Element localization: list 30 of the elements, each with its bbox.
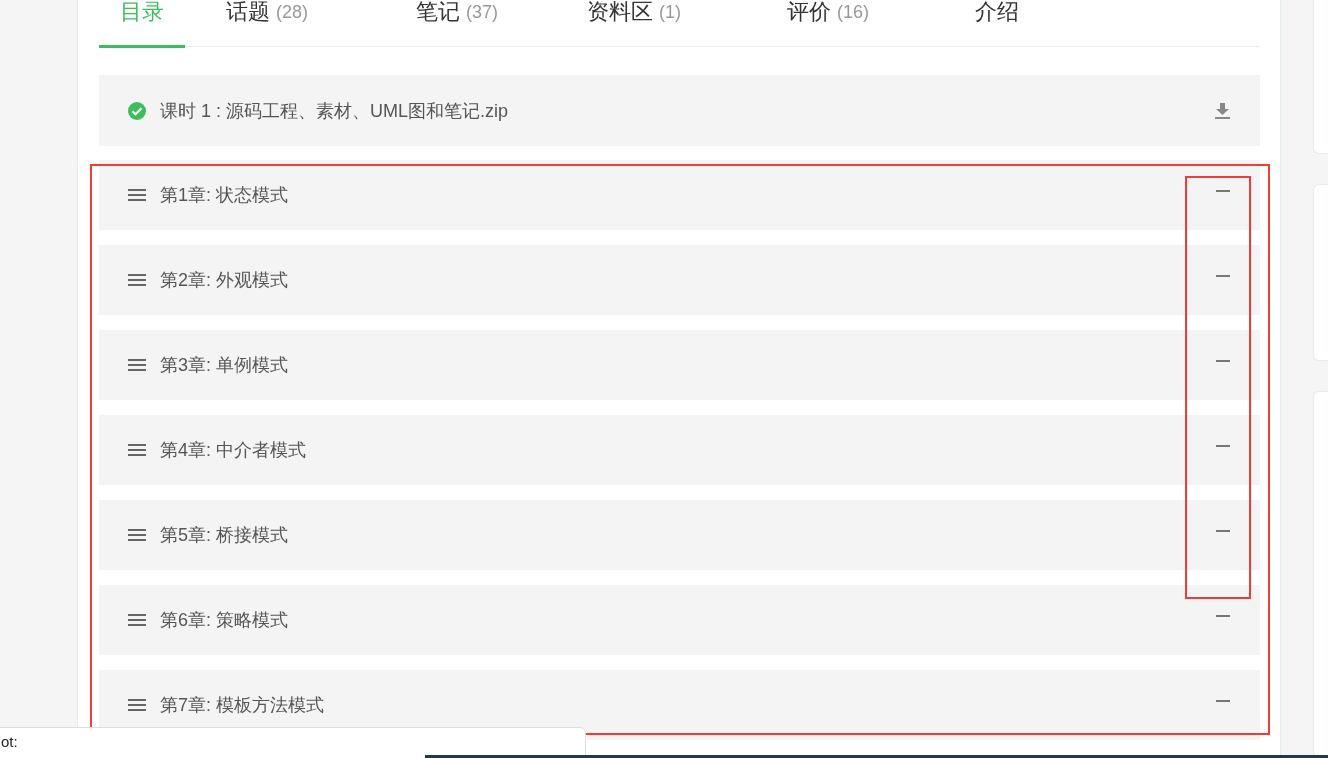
resource-title: 课时 1 : 源码工程、素材、UML图和笔记.zip — [160, 99, 510, 123]
chapter-row[interactable]: 第1章: 状态模式 — [99, 160, 1260, 230]
chapter-row[interactable]: 第7章: 模板方法模式 — [99, 670, 1260, 740]
menu-icon — [128, 273, 146, 287]
chapter-title: 第2章: 外观模式 — [160, 269, 289, 292]
chapter-title: 第1章: 状态模式 — [160, 184, 289, 207]
chapter-row[interactable]: 第4章: 中介者模式 — [99, 415, 1260, 485]
chapter-title: 第3章: 单例模式 — [160, 354, 289, 377]
chapter-row[interactable]: 第6章: 策略模式 — [99, 585, 1260, 655]
tab[interactable]: 话题 (28) — [205, 0, 329, 48]
tab[interactable]: 评价 (16) — [766, 0, 891, 48]
chapter-row[interactable]: 第3章: 单例模式 — [99, 330, 1260, 400]
chapter-title: 第6章: 策略模式 — [160, 609, 289, 632]
chapter-title: 第4章: 中介者模式 — [160, 439, 307, 462]
resource-row[interactable]: 课时 1 : 源码工程、素材、UML图和笔记.zip — [99, 75, 1260, 146]
tab[interactable]: 资料区 (1) — [566, 0, 703, 48]
menu-icon — [128, 358, 146, 372]
menu-icon — [128, 443, 146, 457]
menu-icon — [128, 698, 146, 712]
menu-icon — [128, 613, 146, 627]
chapter-title: 第5章: 桥接模式 — [160, 524, 289, 547]
tab[interactable]: 笔记 (37) — [395, 0, 520, 48]
tab[interactable]: 介绍 — [954, 0, 1041, 48]
chapter-row[interactable]: 第2章: 外观模式 — [99, 245, 1260, 315]
status-bar: ot: — [0, 727, 586, 758]
menu-icon — [128, 528, 146, 542]
chapter-row[interactable]: 第5章: 桥接模式 — [99, 500, 1260, 570]
menu-icon — [128, 188, 146, 202]
chapter-title: 第7章: 模板方法模式 — [160, 694, 325, 717]
download-icon[interactable] — [1215, 102, 1230, 119]
